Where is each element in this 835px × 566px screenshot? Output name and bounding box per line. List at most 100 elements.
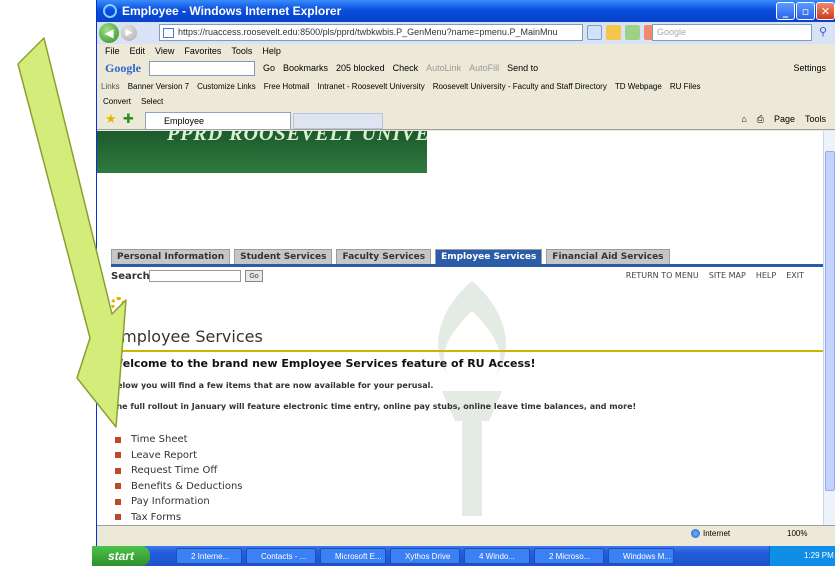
- select-button[interactable]: Select: [141, 97, 163, 106]
- list-item-tax-forms[interactable]: Tax Forms: [115, 510, 243, 526]
- links-label: Links: [101, 81, 120, 91]
- task-contacts[interactable]: Contacts - ...: [246, 548, 316, 564]
- dropdown-icon[interactable]: [587, 25, 602, 40]
- menu-favorites[interactable]: Favorites: [184, 46, 221, 56]
- search-icon[interactable]: ⚲: [819, 25, 827, 38]
- page-search-input[interactable]: [149, 270, 241, 282]
- menu-help[interactable]: Help: [262, 46, 281, 56]
- address-bar[interactable]: https://ruaccess.roosevelt.edu:8500/pls/…: [159, 24, 583, 41]
- nav-divider: [111, 264, 823, 267]
- list-item-leave-report[interactable]: Leave Report: [115, 448, 243, 464]
- intro-paragraph: Below you will find a few items that are…: [111, 381, 434, 390]
- help-link[interactable]: HELP: [756, 271, 776, 280]
- address-text: https://ruaccess.roosevelt.edu:8500/pls/…: [178, 27, 558, 37]
- task-windows-media[interactable]: Windows M...: [608, 548, 674, 564]
- link-customize-links[interactable]: Customize Links: [197, 82, 256, 91]
- forward-button[interactable]: ▶: [121, 25, 137, 41]
- google-search-input[interactable]: [149, 60, 255, 76]
- tab-personal-information[interactable]: Personal Information: [111, 249, 231, 264]
- menu-tools[interactable]: Tools: [231, 46, 252, 56]
- link-intranet[interactable]: Intranet - Roosevelt University: [318, 82, 425, 91]
- tab-bar: ★ ✚ Employee ⌂ ⎙ Page Tools: [97, 110, 835, 130]
- bookmarks-button[interactable]: Bookmarks: [283, 63, 328, 73]
- link-free-hotmail[interactable]: Free Hotmail: [264, 82, 310, 91]
- employee-services-menu: Time Sheet Leave Report Request Time Off…: [115, 432, 243, 525]
- favorites-star-icon[interactable]: ★: [105, 112, 117, 127]
- tab-employee[interactable]: Employee: [145, 112, 291, 129]
- title-divider: [111, 350, 823, 352]
- tab-faculty-services[interactable]: Faculty Services: [336, 249, 432, 264]
- back-button[interactable]: ◀: [99, 23, 119, 43]
- title-bar[interactable]: Employee - Windows Internet Explorer _ ▫…: [97, 0, 835, 22]
- home-icon[interactable]: ⌂: [741, 114, 746, 125]
- task-windows-explorer[interactable]: 4 Windo...: [464, 548, 530, 564]
- add-favorite-icon[interactable]: ✚: [123, 112, 134, 127]
- link-banner-version-7[interactable]: Banner Version 7: [128, 82, 189, 91]
- scrollbar-thumb[interactable]: [825, 151, 835, 491]
- exit-link[interactable]: EXIT: [786, 271, 804, 280]
- tab-student-services[interactable]: Student Services: [234, 249, 333, 264]
- autofill-button[interactable]: AutoFill: [469, 63, 499, 73]
- search-field[interactable]: Google: [652, 24, 812, 41]
- utility-links: RETURN TO MENU SITE MAP HELP EXIT: [626, 271, 804, 280]
- task-microsoft-office[interactable]: 2 Microso...: [534, 548, 604, 564]
- page-menu[interactable]: Page: [774, 114, 795, 125]
- print-icon[interactable]: ⎙: [757, 114, 764, 125]
- convert-button[interactable]: Convert: [103, 97, 131, 106]
- address-actions: [587, 25, 659, 40]
- link-ru-files[interactable]: RU Files: [670, 82, 701, 91]
- minimize-icon[interactable]: _: [776, 2, 795, 20]
- taskbar: start 2 Interne... Contacts - ... Micros…: [92, 546, 835, 566]
- send-to-button[interactable]: Send to: [507, 63, 538, 73]
- link-td-webpage[interactable]: TD Webpage: [615, 82, 662, 91]
- google-logo: Google: [105, 60, 141, 75]
- list-item-request-time-off[interactable]: Request Time Off: [115, 463, 243, 479]
- vertical-scrollbar[interactable]: [823, 131, 835, 525]
- page-favicon-icon: [163, 28, 174, 38]
- go-button[interactable]: Go: [245, 270, 263, 282]
- start-button[interactable]: start: [92, 546, 150, 566]
- new-tab-button[interactable]: [293, 113, 383, 129]
- welcome-heading: Welcome to the brand new Employee Servic…: [111, 357, 536, 370]
- settings-button[interactable]: Settings: [793, 63, 826, 73]
- item-label: Tax Forms: [131, 511, 182, 523]
- popup-blocked-button[interactable]: 205 blocked: [336, 63, 385, 73]
- autolink-button[interactable]: AutoLink: [426, 63, 461, 73]
- menu-file[interactable]: File: [105, 46, 120, 56]
- menu-view[interactable]: View: [155, 46, 174, 56]
- return-to-menu-link[interactable]: RETURN TO MENU: [626, 271, 699, 280]
- maximize-icon[interactable]: ▫: [796, 2, 815, 20]
- tab-financial-aid-services[interactable]: Financial Aid Services: [546, 249, 670, 264]
- link-faculty-staff-directory[interactable]: Roosevelt University - Faculty and Staff…: [433, 82, 607, 91]
- tab-employee-services[interactable]: Employee Services: [435, 249, 543, 264]
- list-item-benefits-deductions[interactable]: Benefits & Deductions: [115, 479, 243, 495]
- tab-label: Employee: [164, 116, 205, 126]
- task-internet-explorer[interactable]: 2 Interne...: [176, 548, 242, 564]
- security-zone: Internet: [691, 529, 730, 538]
- google-go-button[interactable]: Go: [263, 63, 275, 73]
- close-icon[interactable]: ✕: [816, 2, 835, 20]
- browser-window: Employee - Windows Internet Explorer _ ▫…: [96, 0, 835, 546]
- tools-menu[interactable]: Tools: [805, 114, 826, 125]
- bullet-icon: [115, 514, 121, 521]
- zoom-level[interactable]: 100%: [787, 529, 807, 538]
- bullet-icon: [115, 452, 121, 459]
- list-item-pay-information[interactable]: Pay Information: [115, 494, 243, 510]
- site-map-link[interactable]: SITE MAP: [709, 271, 746, 280]
- item-label: Leave Report: [131, 449, 198, 461]
- bullet-icon: [115, 436, 121, 443]
- task-xythos-drive[interactable]: Xythos Drive: [390, 548, 460, 564]
- zone-label: Internet: [703, 529, 731, 538]
- system-tray: 1:29 PM: [769, 546, 835, 566]
- spellcheck-button[interactable]: Check: [393, 63, 419, 73]
- convert-bar: Convert Select: [97, 94, 835, 108]
- task-microsoft-excel[interactable]: Microsoft E...: [320, 548, 386, 564]
- rollout-paragraph: The full rollout in January will feature…: [111, 402, 637, 411]
- refresh-icon[interactable]: [625, 25, 640, 40]
- command-bar: ⌂ ⎙ Page Tools: [741, 114, 826, 125]
- list-item-time-sheet[interactable]: Time Sheet: [115, 432, 243, 448]
- menu-edit[interactable]: Edit: [130, 46, 146, 56]
- globe-icon: [691, 529, 700, 538]
- menu-bar: File Edit View Favorites Tools Help: [97, 44, 835, 58]
- lock-icon[interactable]: [606, 25, 621, 40]
